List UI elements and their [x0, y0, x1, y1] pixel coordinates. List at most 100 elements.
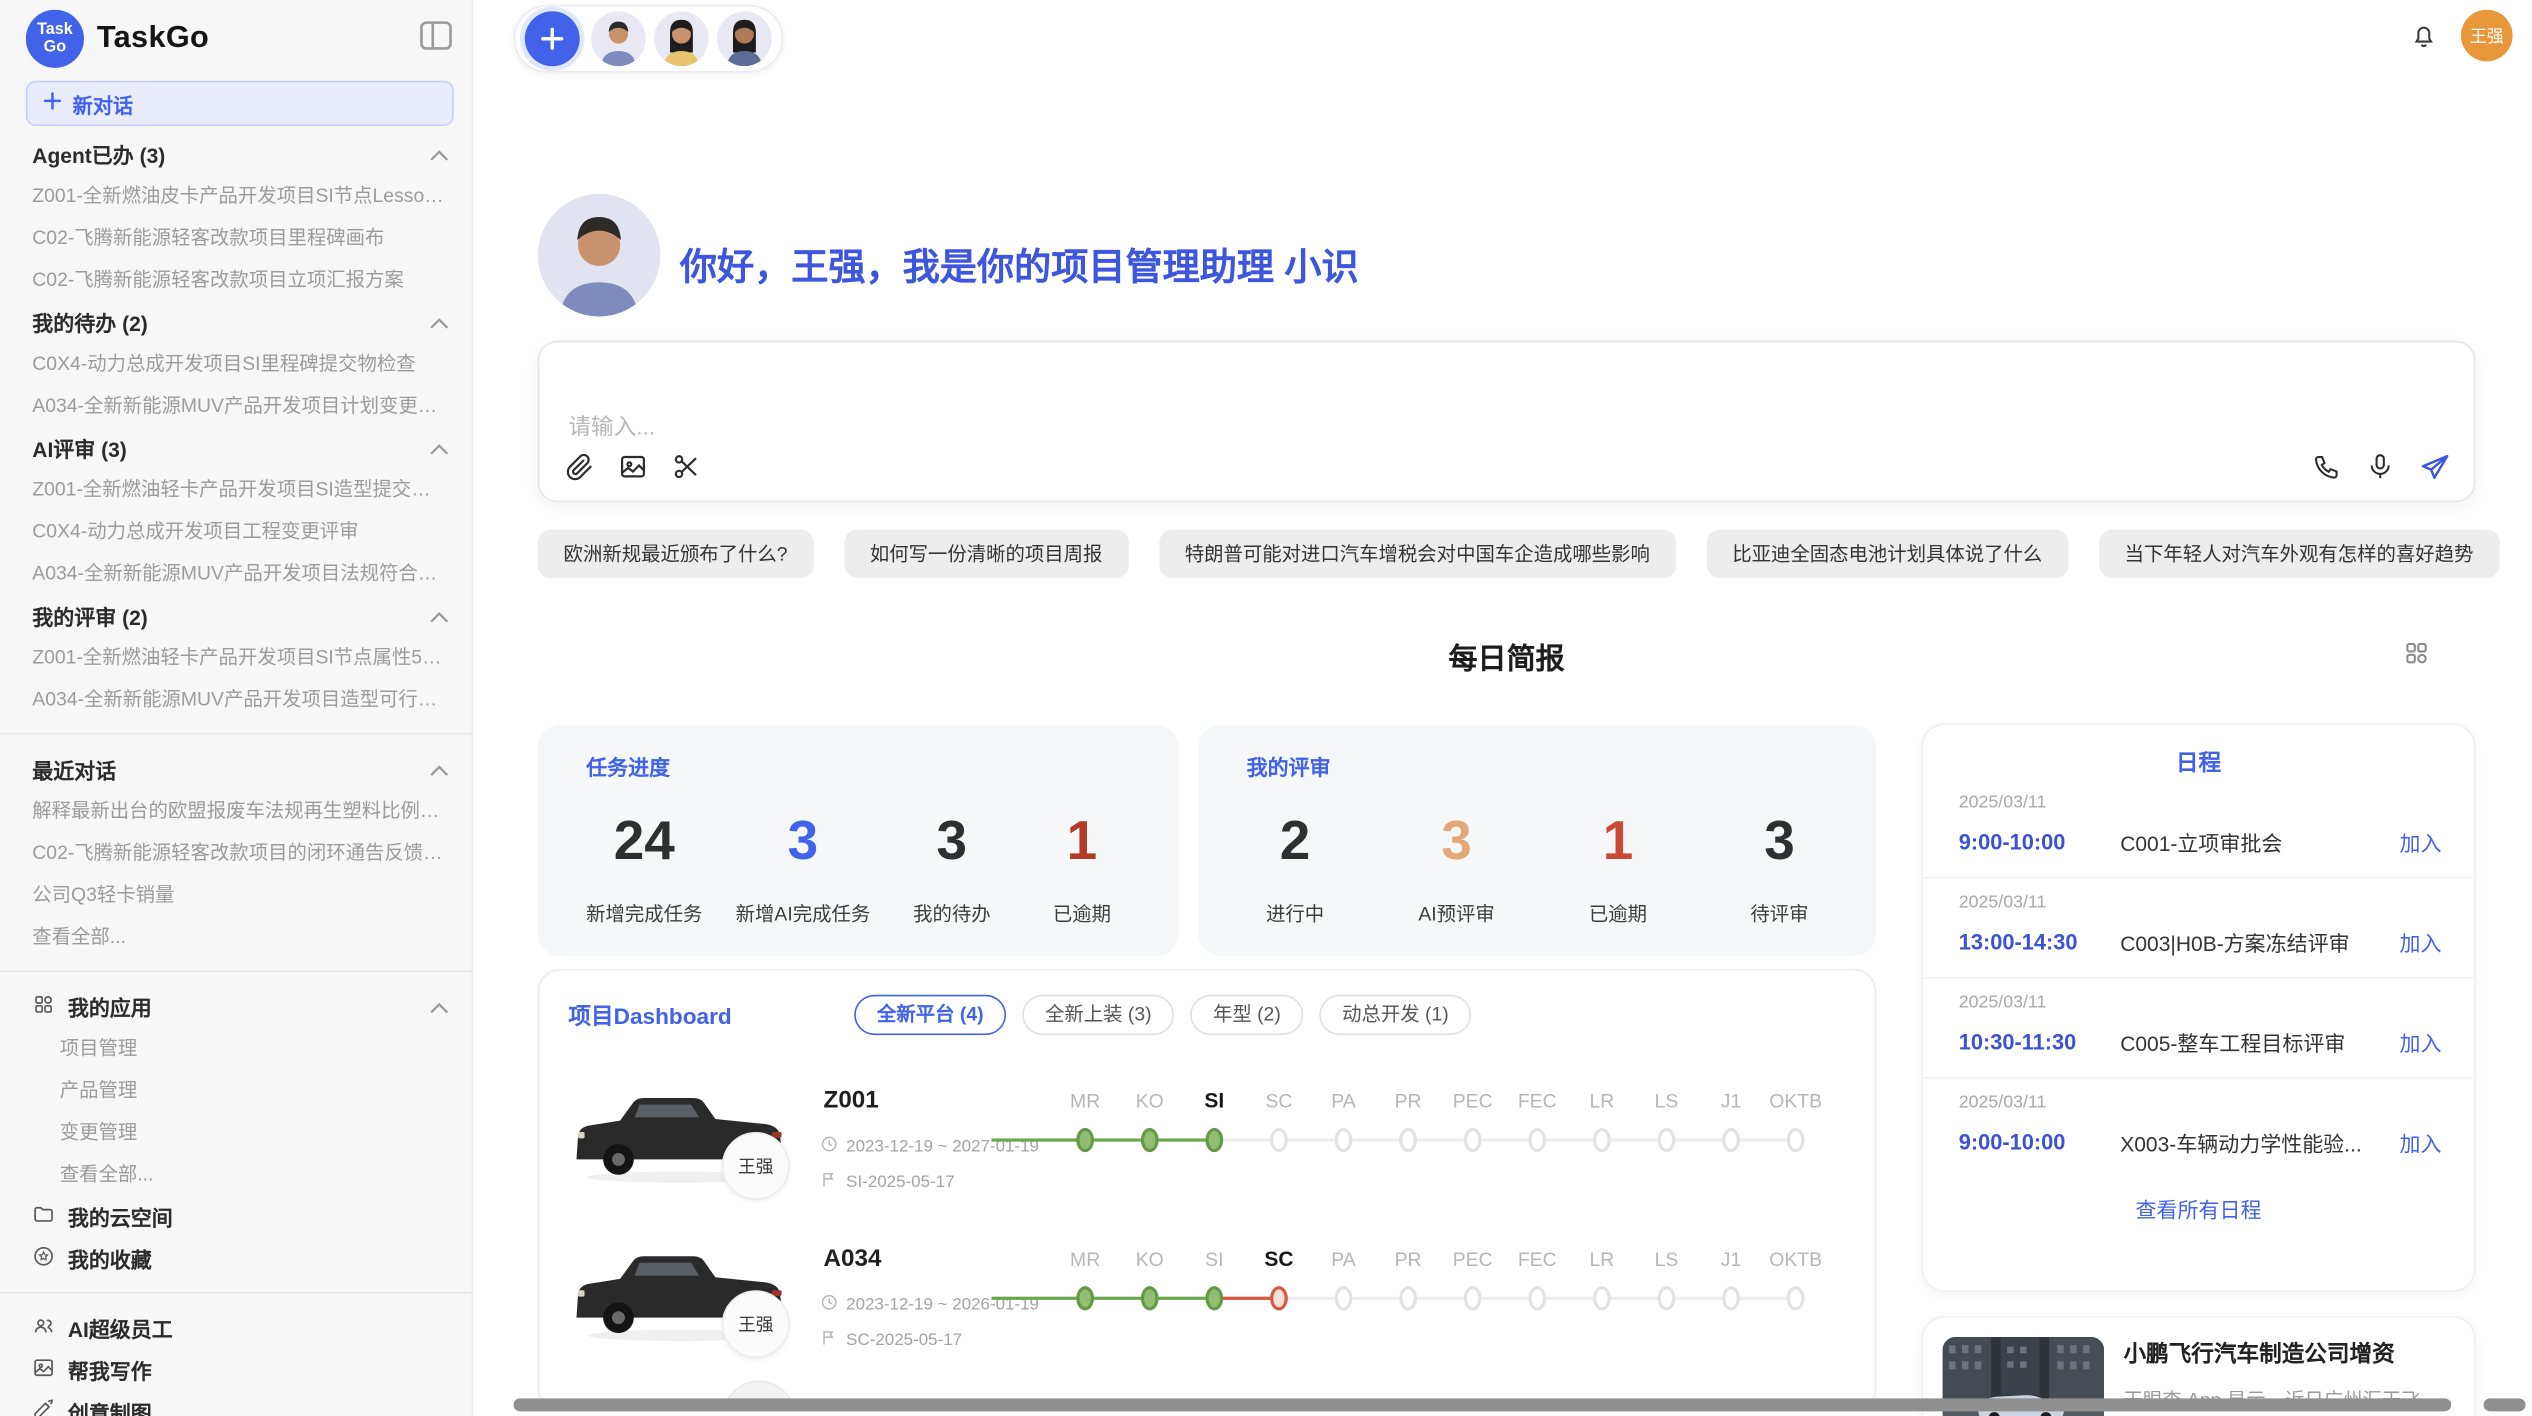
sidebar-section-header[interactable]: AI评审 (3): [0, 426, 472, 468]
notification-bell-icon[interactable]: [2409, 19, 2438, 51]
recent-chat-item[interactable]: C02-飞腾新能源轻客改款项目的闭环通告反馈情况: [0, 832, 472, 874]
milestone-dot: [1464, 1128, 1482, 1152]
star-badge-icon: [32, 1244, 55, 1271]
sidebar-section-header[interactable]: 我的待办 (2): [0, 300, 472, 342]
chat-input[interactable]: 请输入...: [568, 410, 655, 442]
stat-item: 3新增AI完成任务: [736, 811, 871, 927]
member-avatar[interactable]: [717, 11, 772, 66]
milestone-dot: [1787, 1128, 1805, 1152]
sidebar-task-item[interactable]: Z001-全新燃油皮卡产品开发项目SI节点Lesson Learn报告: [0, 174, 472, 216]
dashboard-tab[interactable]: 全新上装 (3): [1022, 995, 1174, 1035]
app-sub-item[interactable]: 产品管理: [0, 1069, 472, 1111]
image-icon: [32, 1356, 55, 1383]
send-icon[interactable]: [2419, 452, 2448, 481]
microphone-icon[interactable]: [2366, 452, 2395, 481]
sidebar-task-item[interactable]: C02-飞腾新能源轻客改款项目里程碑画布: [0, 216, 472, 258]
sidebar-task-item[interactable]: A034-全新新能源MUV产品开发项目法规符合性评审: [0, 552, 472, 594]
suggestion-chip[interactable]: 欧洲新规最近颁布了什么?: [538, 530, 814, 578]
sidebar-item-cloud[interactable]: 我的云空间: [0, 1195, 472, 1237]
chat-input-card[interactable]: 请输入...: [538, 341, 2476, 502]
milestone-dot: [1335, 1286, 1353, 1310]
phone-icon[interactable]: [2312, 452, 2341, 481]
sidebar-scroll[interactable]: Agent已办 (3) Z001-全新燃油皮卡产品开发项目SI节点Lesson L…: [0, 132, 472, 1416]
scissors-icon[interactable]: [672, 452, 701, 481]
milestone-label: SI: [1182, 1084, 1247, 1120]
stat-value: 24: [586, 811, 702, 874]
sidebar-task-item[interactable]: C02-飞腾新能源轻客改款项目立项汇报方案: [0, 258, 472, 300]
recent-chat-item[interactable]: 公司Q3轻卡销量: [0, 874, 472, 916]
chevron-up-icon: [430, 435, 449, 459]
sidebar-tool-item[interactable]: AI超级员工: [0, 1306, 472, 1348]
app-sub-item[interactable]: 变更管理: [0, 1111, 472, 1153]
project-row[interactable]: 王强Z0012023-12-19 ~ 2027-01-19SI-2025-05-…: [568, 1080, 1845, 1238]
news-title: 小鹏飞行汽车制造公司增资: [2123, 1337, 2446, 1369]
image-upload-icon[interactable]: [618, 452, 647, 481]
sidebar-task-item[interactable]: C0X4-动力总成开发项目SI里程碑提交物检查: [0, 342, 472, 384]
sidebar-section-header[interactable]: Agent已办 (3): [0, 132, 472, 174]
new-chat-button[interactable]: 新对话: [26, 81, 454, 126]
stat-value: 3: [1731, 811, 1828, 874]
member-avatar[interactable]: [591, 11, 646, 66]
milestone-MR: MR: [1053, 1242, 1118, 1320]
milestone-dot: [1593, 1128, 1611, 1152]
milestone-label: J1: [1699, 1242, 1764, 1278]
suggestion-chips: 欧洲新规最近颁布了什么? 如何写一份清晰的项目周报特朗普可能对进口汽车增税会对中国…: [538, 530, 2476, 578]
app-sub-item[interactable]: 项目管理: [0, 1027, 472, 1069]
sidebar-item-my-apps[interactable]: 我的应用: [0, 985, 472, 1027]
dashboard-tab[interactable]: 动总开发 (1): [1320, 995, 1472, 1035]
sidebar-task-item[interactable]: C0X4-动力总成开发项目工程变更评审: [0, 510, 472, 552]
suggestion-chip[interactable]: 特朗普可能对进口汽车增税会对中国车企造成哪些影响: [1159, 530, 1676, 578]
milestone-label: PR: [1376, 1242, 1441, 1278]
taskgo-app: Task Go TaskGo 新对话 Agent已办 (3)Z001-全新燃油皮…: [0, 0, 2532, 1416]
recent-chat-item[interactable]: 解释最新出台的欧盟报废车法规再生塑料比例被调至15%...: [0, 790, 472, 832]
schedule-event: 2025/03/119:00-10:00X003-车辆动力学性能验...加入: [1923, 1079, 2474, 1178]
recent-chat-item[interactable]: 查看全部...: [0, 916, 472, 958]
stats-card-title: 我的评审: [1247, 751, 1828, 782]
milestone-SC: SC: [1247, 1084, 1312, 1162]
sidebar-task-item[interactable]: Z001-全新燃油轻卡产品开发项目SI节点属性5D文件评审: [0, 636, 472, 678]
recent-chats-header[interactable]: 最近对话: [0, 748, 472, 790]
milestone-label: PA: [1311, 1084, 1376, 1120]
flag-icon: [820, 1329, 838, 1352]
milestone-J1: J1: [1699, 1084, 1764, 1162]
sidebar-tool-item[interactable]: 创意制图: [0, 1390, 472, 1416]
sidebar-item-favorites[interactable]: 我的收藏: [0, 1237, 472, 1279]
view-all-schedule-link[interactable]: 查看所有日程: [1923, 1177, 2474, 1224]
dashboard-tab[interactable]: 年型 (2): [1190, 995, 1303, 1035]
sidebar-tool-item[interactable]: 帮我写作: [0, 1348, 472, 1390]
app-title: TaskGo: [97, 21, 209, 57]
join-button[interactable]: 加入: [2400, 1027, 2442, 1058]
stat-item: 3待评审: [1731, 811, 1828, 927]
attachment-icon[interactable]: [565, 452, 594, 481]
member-avatar[interactable]: [654, 11, 709, 66]
sidebar-collapse-icon[interactable]: [420, 21, 452, 50]
user-avatar[interactable]: 王强: [2461, 10, 2513, 62]
stat-label: 已逾期: [1033, 899, 1130, 926]
layout-grid-icon[interactable]: [2403, 639, 2430, 666]
join-button[interactable]: 加入: [2400, 927, 2442, 958]
stat-label: 进行中: [1247, 899, 1344, 926]
dashboard-tab[interactable]: 全新平台 (4): [854, 995, 1006, 1035]
suggestion-chip[interactable]: 比亚迪全固态电池计划具体说了什么: [1706, 530, 2068, 578]
suggestion-chip[interactable]: 如何写一份清晰的项目周报: [844, 530, 1128, 578]
sidebar-section-header[interactable]: 我的评审 (2): [0, 594, 472, 636]
sidebar-task-item[interactable]: A034-全新新能源MUV产品开发项目造型可行性评审: [0, 678, 472, 720]
milestone-FEC: FEC: [1505, 1084, 1570, 1162]
add-member-button[interactable]: [525, 11, 580, 66]
event-date: 2025/03/11: [1959, 1093, 2442, 1112]
plus-icon: [44, 92, 62, 115]
join-button[interactable]: 加入: [2400, 827, 2442, 858]
stat-label: 新增完成任务: [586, 899, 702, 926]
horizontal-scrollbar-corner[interactable]: [2484, 1398, 2526, 1411]
chevron-up-icon: [430, 141, 449, 165]
chevron-up-icon: [430, 994, 449, 1018]
section-title: Agent已办 (3): [32, 138, 165, 169]
app-sub-item[interactable]: 查看全部...: [0, 1153, 472, 1195]
horizontal-scrollbar[interactable]: [514, 1398, 2452, 1411]
join-button[interactable]: 加入: [2400, 1127, 2442, 1158]
project-row[interactable]: 王强A0342023-12-19 ~ 2026-01-19SC-2025-05-…: [568, 1239, 1845, 1397]
suggestion-chip[interactable]: 当下年轻人对汽车外观有怎样的喜好趋势: [2099, 530, 2499, 578]
sidebar-task-item[interactable]: A034-全新新能源MUV产品开发项目计划变更表编写: [0, 384, 472, 426]
milestone-dot: [1270, 1128, 1288, 1152]
sidebar-task-item[interactable]: Z001-全新燃油轻卡产品开发项目SI造型提交物评审: [0, 468, 472, 510]
